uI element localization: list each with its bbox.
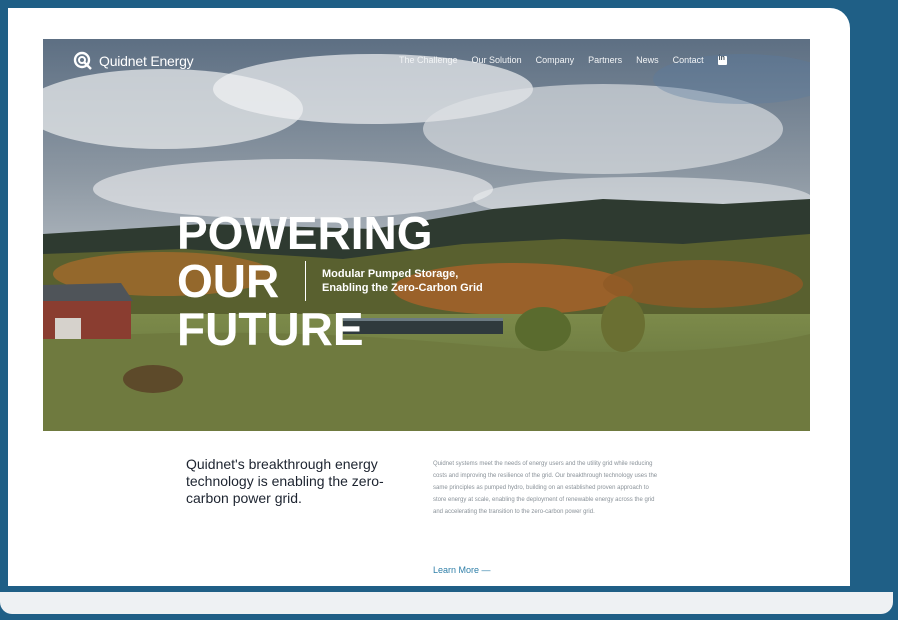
tagline-line-1: Modular Pumped Storage, bbox=[322, 268, 459, 280]
nav-item-our-solution[interactable]: Our Solution bbox=[472, 55, 522, 65]
hero-tagline: Modular Pumped Storage, Enabling the Zer… bbox=[322, 267, 483, 295]
learn-more-link[interactable]: Learn More — bbox=[433, 565, 491, 575]
headline-line-1: POWERING bbox=[177, 207, 433, 259]
hero-banner: Quidnet Energy The Challenge Our Solutio… bbox=[43, 39, 810, 431]
main-nav: The Challenge Our Solution Company Partn… bbox=[399, 55, 727, 65]
tagline-line-2: Enabling the Zero-Carbon Grid bbox=[322, 282, 483, 294]
headline-divider bbox=[305, 261, 306, 301]
intro-statement: Quidnet's breakthrough energy technology… bbox=[186, 456, 384, 506]
brand-name: Quidnet Energy bbox=[99, 53, 194, 69]
linkedin-icon[interactable] bbox=[717, 55, 727, 65]
nav-item-company[interactable]: Company bbox=[536, 55, 575, 65]
nav-item-contact[interactable]: Contact bbox=[673, 55, 704, 65]
brand-logo[interactable]: Quidnet Energy bbox=[73, 51, 194, 71]
quidnet-logo-icon bbox=[73, 51, 92, 70]
window-frame-bottom bbox=[0, 592, 893, 614]
browser-page: Quidnet Energy The Challenge Our Solutio… bbox=[8, 8, 850, 586]
headline-line-3: FUTURE bbox=[177, 303, 364, 355]
nav-item-partners[interactable]: Partners bbox=[588, 55, 622, 65]
nav-item-news[interactable]: News bbox=[636, 55, 659, 65]
intro-body-text: Quidnet systems meet the needs of energy… bbox=[433, 461, 658, 515]
nav-item-the-challenge[interactable]: The Challenge bbox=[399, 55, 458, 65]
